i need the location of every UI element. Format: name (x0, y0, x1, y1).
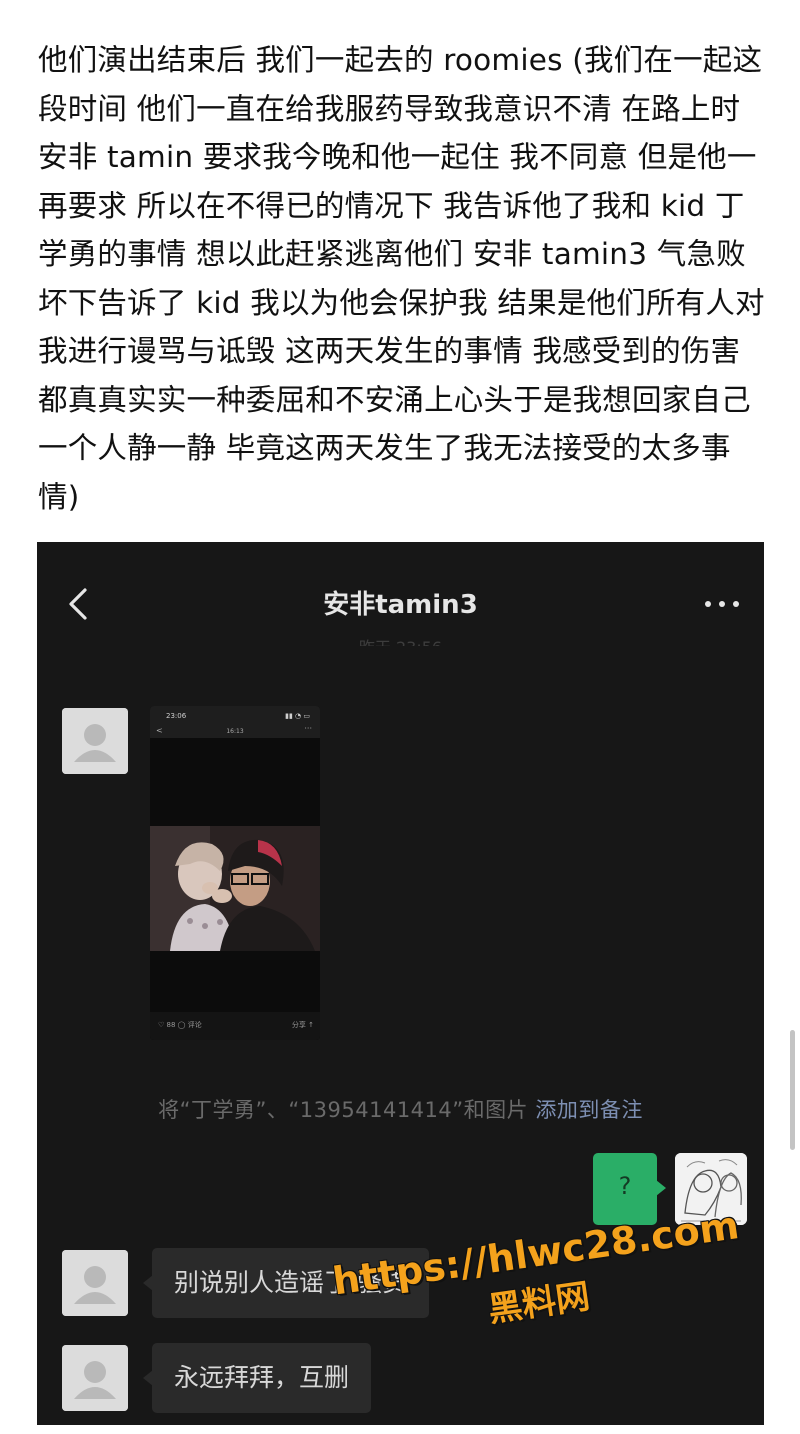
post-text: 他们演出结束后 我们一起去的 roomies (我们在一起这段时间 他们一直在给… (38, 43, 765, 514)
default-avatar-icon (62, 1345, 128, 1411)
default-avatar-icon (62, 708, 128, 774)
add-to-remark-link[interactable]: 添加到备注 (535, 1098, 643, 1122)
message-timestamp: 昨天 23:56 (37, 634, 764, 646)
contact-avatar[interactable] (62, 1345, 128, 1411)
incoming-message-bubble[interactable]: 永远拜拜，互删 (142, 1343, 372, 1413)
outgoing-message-text: ? (618, 1172, 632, 1200)
shared-image-footer: ♡ 88 ◯ 评论 分享 ↑ (150, 1012, 320, 1040)
shared-image-nav-title: 16:13 (226, 728, 244, 735)
outgoing-message-bubble[interactable]: ? (593, 1153, 666, 1225)
system-note-text: 将“丁学勇”、“13954141414”和图片 (158, 1098, 529, 1122)
contact-avatar[interactable] (62, 708, 128, 774)
shared-image-message[interactable]: 23:06 ▮▮ ◔ ▭ < 16:13 ··· ♡ 88 ◯ 评论 分享 ↑ (150, 706, 320, 1040)
contact-avatar[interactable] (62, 1250, 128, 1316)
shared-image-status-icons: ▮▮ ◔ ▭ (285, 712, 310, 720)
shared-image-more: ··· (304, 724, 312, 733)
shared-image-header: 23:06 ▮▮ ◔ ▭ < 16:13 ··· (150, 706, 320, 738)
system-note: 将“丁学勇”、“13954141414”和图片 添加到备注 (37, 1094, 764, 1124)
shared-photo (150, 826, 320, 1040)
chat-title: 安非tamin3 (323, 590, 478, 620)
incoming-message-text: 永远拜拜，互删 (174, 1363, 350, 1392)
page-scrollbar[interactable] (790, 1030, 795, 1150)
shared-image-footer-right: 分享 ↑ (291, 1021, 314, 1029)
shared-image-footer-left: ♡ 88 ◯ 评论 (158, 1021, 202, 1029)
shared-image-status-time: 23:06 (166, 712, 187, 720)
default-avatar-icon (62, 1250, 128, 1316)
chat-nav-bar: 安非tamin3 昨天 23:56 (37, 542, 764, 662)
more-options-icon[interactable] (702, 594, 742, 614)
